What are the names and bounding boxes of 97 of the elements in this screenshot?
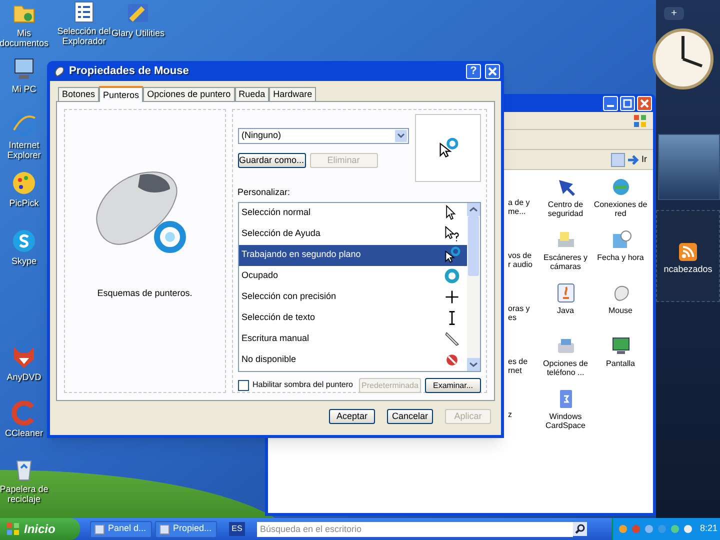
item-label[interactable]: Conexiones de red [593, 200, 648, 218]
tab[interactable]: Botones [58, 87, 100, 101]
search-field[interactable]: Búsqueda en el escritorio [257, 522, 573, 536]
cursor-list-row[interactable]: Selección normal [238, 202, 467, 224]
cursor-name: Selección normal [242, 206, 311, 220]
item-label[interactable]: Windows CardSpace [538, 412, 593, 430]
dialog-button[interactable]: Aceptar [329, 409, 375, 424]
cursor-name: Escritura manual [242, 332, 310, 346]
dialog-button[interactable]: Cancelar [387, 409, 433, 424]
add-gadget-button[interactable]: + [664, 7, 684, 20]
close-icon [488, 66, 497, 76]
photo-placeholder [658, 134, 720, 200]
window-icon [159, 524, 170, 534]
item-label[interactable]: Opciones de teléfono ... [538, 359, 593, 377]
checklist-icon[interactable] [72, 0, 96, 24]
clock: 8:21 [700, 522, 718, 536]
scheme-caption: Esquemas de punteros. [97, 287, 192, 300]
maximize-button[interactable] [620, 96, 635, 110]
taskbar-button[interactable]: Propied... [155, 520, 217, 538]
taskbar-button[interactable]: Panel d... [90, 520, 152, 538]
busy-pointer-icon [443, 246, 461, 264]
help-button[interactable]: ? [466, 64, 481, 78]
cursor-list-row[interactable]: Selección de texto [238, 308, 467, 328]
desktop-icon-label[interactable]: Papelera de reciclaje [0, 484, 52, 504]
cursor-list-row[interactable]: Selección con precisión [238, 286, 467, 308]
feed-label: ncabezados [664, 263, 712, 276]
item-label[interactable]: Java [557, 306, 574, 315]
minimize-icon [607, 104, 614, 106]
cursor-list-row[interactable]: Selección de Ayuda [238, 224, 467, 244]
cursor-name: Ocupado [242, 269, 278, 282]
crosshair-icon [443, 288, 461, 306]
dropdown-arrow-button[interactable] [610, 152, 624, 166]
tab[interactable]: Opciones de puntero [143, 87, 235, 101]
cursor-name: No disponible [242, 353, 296, 366]
cursor-name: Selección con precisión [242, 290, 336, 304]
fox-icon[interactable] [11, 344, 37, 370]
desktop-icon-label[interactable]: AnyDVD [6, 372, 42, 382]
item-label[interactable]: oras y es [508, 304, 536, 322]
item-label[interactable]: a de y me... [508, 198, 536, 216]
language-indicator[interactable]: ES [229, 522, 245, 536]
customize-label: Personalizar: [238, 186, 292, 199]
mouse-icon [53, 65, 65, 77]
pen-icon [443, 330, 461, 348]
s-logo-icon[interactable] [11, 228, 37, 254]
tab[interactable]: Rueda [234, 87, 270, 101]
rss-feed-icon[interactable] [679, 243, 697, 261]
control-panel-icon[interactable] [554, 282, 576, 304]
item-label[interactable]: Escáneres y cámaras [538, 253, 593, 271]
desktop-icon-label[interactable]: Glary Utilities [111, 28, 164, 38]
palette-icon[interactable] [11, 170, 37, 196]
windows-flag-icon [633, 114, 647, 128]
desktop-icon-label[interactable]: CCleaner [4, 428, 44, 438]
browse-button[interactable]: Examinar... [425, 378, 481, 392]
item-label[interactable]: vos de r audio [508, 251, 536, 269]
desktop-icon-label[interactable]: PicPick [9, 198, 39, 208]
item-label[interactable]: es de rnet [508, 357, 536, 375]
analog-clock-drawing [652, 28, 714, 90]
go-button[interactable]: Ir [628, 152, 647, 166]
tab[interactable]: Hardware [269, 87, 316, 101]
checkbox[interactable] [238, 380, 248, 390]
item-label[interactable]: z [508, 410, 536, 419]
scroll-thumb[interactable] [468, 216, 479, 276]
close-icon [640, 98, 649, 108]
cursor-name: Selección de texto [242, 311, 316, 324]
scroll-down-icon[interactable] [467, 358, 480, 370]
control-panel-icon[interactable] [610, 335, 632, 357]
help-pointer-icon [443, 225, 461, 243]
item-label[interactable]: Pantalla [606, 359, 635, 368]
maximize-icon [623, 98, 632, 108]
cursor-list-row[interactable]: No disponible [238, 350, 467, 370]
checkbox-label[interactable]: Habilitar sombra del puntero [252, 379, 353, 391]
desktop-icon-label[interactable]: Selección del Explorador [56, 26, 112, 46]
search-icon[interactable] [573, 522, 587, 536]
desktop-icon-label[interactable]: Skype [11, 256, 36, 266]
busy-ring-icon [443, 267, 461, 285]
cursor-name: Trabajando en segundo plano [242, 248, 361, 262]
busy-pointer-icon [437, 137, 459, 159]
save-as-button[interactable]: Guardar como... [238, 153, 306, 168]
item-label[interactable]: Centro de seguridad [538, 200, 593, 218]
item-label[interactable]: Mouse [608, 306, 632, 315]
desktop-icon-label[interactable]: Mi PC [12, 84, 36, 94]
tab[interactable]: Punteros [99, 86, 144, 102]
window-title: Propiedades de Mouse [69, 64, 190, 79]
window-icon [94, 524, 105, 534]
cursor-list-row[interactable]: Escritura manual [238, 328, 467, 350]
cursor-list-row[interactable]: Trabajando en segundo plano [238, 244, 467, 266]
scheme-dropdown[interactable]: (Ninguno) [238, 128, 409, 144]
cursor-list-row[interactable]: Ocupado [238, 266, 467, 286]
close-button[interactable] [485, 64, 500, 78]
scroll-up-icon[interactable] [467, 202, 480, 216]
close-button[interactable] [637, 96, 652, 110]
scrollbar[interactable] [467, 202, 480, 370]
windows-flag-icon [6, 522, 20, 536]
minimize-button[interactable] [603, 96, 618, 110]
desktop-icon-label[interactable]: Mis documentos [0, 28, 52, 48]
item-label[interactable]: Fecha y hora [597, 253, 644, 262]
cursor-name: Selección de Ayuda [242, 227, 320, 240]
